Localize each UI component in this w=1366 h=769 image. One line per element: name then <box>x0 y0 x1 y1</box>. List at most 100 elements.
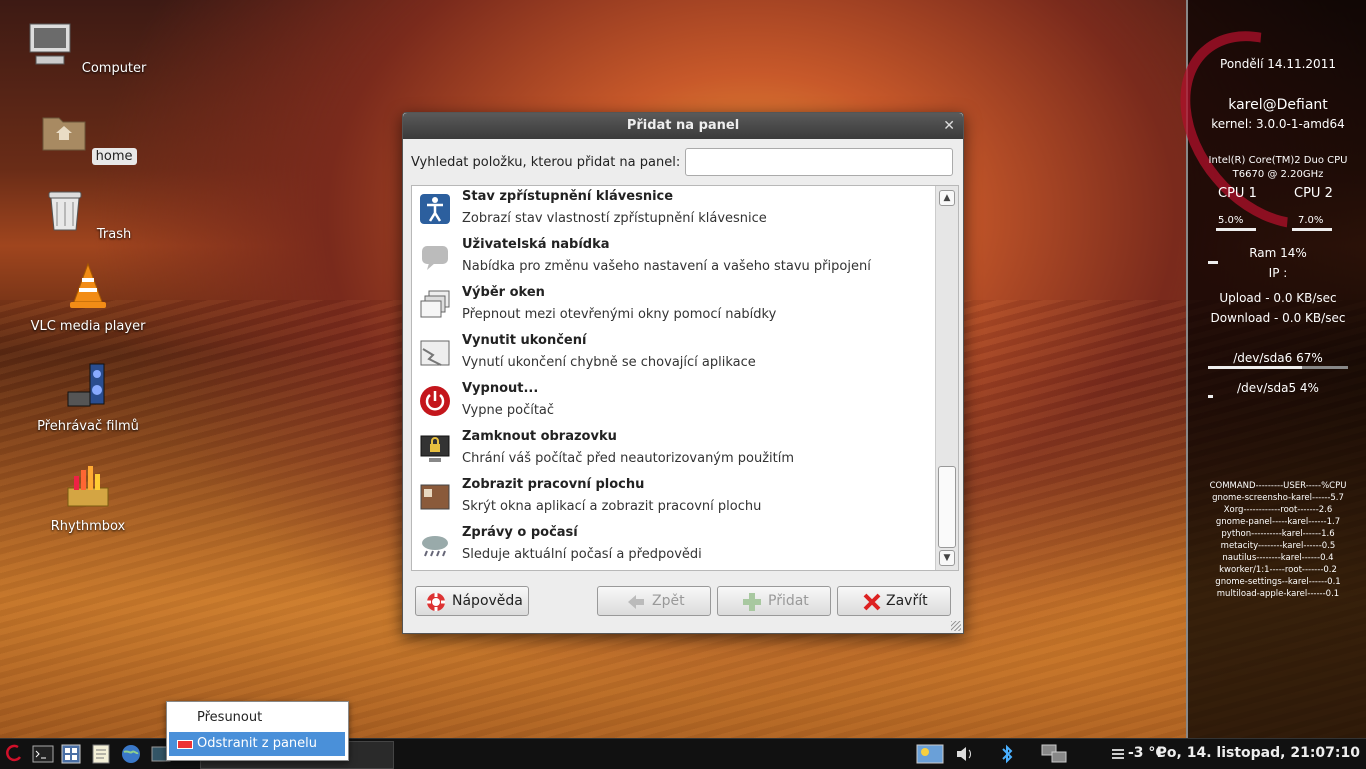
remove-icon <box>177 740 193 749</box>
cpu1-bar <box>1216 228 1256 231</box>
desktop-icon-movie-player[interactable]: Přehrávač filmů <box>23 362 153 435</box>
dialog-title: Přidat na panel <box>626 118 740 133</box>
show-desktop-icon <box>420 484 450 510</box>
vlc-cone-icon <box>70 262 106 308</box>
trash-icon <box>48 191 82 231</box>
desktop-icon-label: Trash <box>96 227 132 242</box>
bluetooth-icon[interactable] <box>996 743 1018 765</box>
weather-applet-icon[interactable] <box>916 743 944 765</box>
list-item[interactable]: Uživatelská nabídka Nabídka pro změnu va… <box>412 234 932 282</box>
list-item[interactable]: Stav zpřístupnění klávesnice Zobrazí sta… <box>412 186 932 234</box>
rhythmbox-icon <box>67 466 109 507</box>
list-item[interactable]: Vypnout... Vypne počítač <box>412 378 932 426</box>
back-button[interactable]: Zpět <box>597 586 711 616</box>
process-row: gnome-panel-----karel------1.7 <box>1215 517 1341 527</box>
desktop-icon-computer[interactable]: Computer <box>23 20 153 77</box>
file-manager-icon[interactable] <box>60 743 82 765</box>
clock[interactable]: Po, 14. listopad, 21:07:10 <box>1157 745 1360 761</box>
list-item[interactable]: Zprávy o počasí Sleduje aktuální počasí … <box>412 522 932 570</box>
item-desc: Vynutí ukončení chybně se chovající apli… <box>462 355 756 370</box>
ram-bar <box>1208 261 1218 264</box>
movie-player-icon <box>67 363 105 407</box>
resize-grip-icon[interactable] <box>951 621 961 631</box>
process-row: COMMAND---------USER-----%CPU <box>1209 481 1347 491</box>
item-desc: Sleduje aktuální počasí a předpovědi <box>462 547 702 562</box>
scrollbar-thumb[interactable] <box>938 466 956 548</box>
arrow-left-icon <box>628 595 644 609</box>
sda5-bar-fill <box>1208 395 1213 398</box>
list-item[interactable]: Zobrazit pracovní plochu Skrýt okna apli… <box>412 474 932 522</box>
monitor-download: Download - 0.0 KB/sec <box>1210 311 1346 325</box>
item-desc: Skrýt okna aplikací a zobrazit pracovní … <box>462 499 762 514</box>
home-folder-icon <box>42 117 85 151</box>
item-title: Vynutit ukončení <box>462 333 587 348</box>
desktop-icon-home[interactable]: home <box>23 108 153 165</box>
back-button-label: Zpět <box>652 593 685 609</box>
dialog-titlebar[interactable]: Přidat na panel ✕ <box>403 113 963 139</box>
menu-item-move[interactable]: Přesunout <box>169 706 345 730</box>
help-button[interactable]: Nápověda <box>415 586 529 616</box>
close-icon[interactable]: ✕ <box>943 113 955 139</box>
scroll-up-icon[interactable]: ▲ <box>939 190 955 206</box>
desktop-icon-trash[interactable]: Trash <box>23 186 153 243</box>
desktop-icon-vlc[interactable]: VLC media player <box>23 262 153 335</box>
plus-icon <box>743 593 761 611</box>
monitor-cpu-speed: T6670 @ 2.20GHz <box>1232 169 1324 180</box>
applet-list: Stav zpřístupnění klávesnice Zobrazí sta… <box>411 185 959 571</box>
red-x-icon <box>863 593 881 611</box>
item-title: Stav zpřístupnění klávesnice <box>462 189 674 204</box>
desktop-icon-rhythmbox[interactable]: Rhythmbox <box>23 462 153 535</box>
volume-icon[interactable] <box>954 743 976 765</box>
monitor-cpu-model: Intel(R) Core(TM)2 Duo CPU <box>1208 155 1348 166</box>
add-button-label: Přidat <box>768 593 809 609</box>
item-title: Výběr oken <box>462 285 545 300</box>
list-item[interactable]: Vynutit ukončení Vynutí ukončení chybně … <box>412 330 932 378</box>
desktop-icon-label: Computer <box>81 61 147 76</box>
search-label: Vyhledat položku, kterou přidat na panel… <box>411 155 681 170</box>
system-monitor-panel: Pondělí 14.11.2011 karel@Defiant kernel:… <box>1142 0 1366 738</box>
monitor-sda5: /dev/sda5 4% <box>1237 381 1319 395</box>
scroll-down-icon[interactable]: ▼ <box>939 550 955 566</box>
desktop-icon-label: Rhythmbox <box>50 519 126 534</box>
monitor-cpu2-label: CPU 2 <box>1294 186 1333 201</box>
menu-item-label: Odstranit z panelu <box>197 736 318 751</box>
menu-item-remove-from-panel[interactable]: Odstranit z panelu <box>169 732 345 756</box>
process-row: gnome-screensho-karel------5.7 <box>1212 493 1344 503</box>
monitor-cpu2-value: 7.0% <box>1298 215 1324 226</box>
window-selector-icon <box>420 290 450 318</box>
close-button[interactable]: Zavřít <box>837 586 951 616</box>
browser-globe-icon[interactable] <box>120 743 142 765</box>
item-title: Zobrazit pracovní plochu <box>462 477 645 492</box>
process-row: gnome-settings--karel------0.1 <box>1215 577 1341 587</box>
item-desc: Chrání váš počítač před neautorizovaným … <box>462 451 795 466</box>
process-row: kworker/1:1-----root-------0.2 <box>1219 565 1337 575</box>
desktop-icon-label: VLC media player <box>30 319 146 334</box>
add-button[interactable]: Přidat <box>717 586 831 616</box>
force-quit-icon <box>420 340 450 366</box>
lock-screen-icon <box>420 435 450 462</box>
debian-menu-icon[interactable] <box>4 743 26 765</box>
monitor-upload: Upload - 0.0 KB/sec <box>1219 291 1337 305</box>
process-row: Xorg------------root-------2.6 <box>1223 505 1333 515</box>
monitor-user: karel@Defiant <box>1228 97 1328 113</box>
search-input[interactable] <box>685 148 953 176</box>
accessibility-icon <box>420 194 450 224</box>
panel-context-menu: Přesunout Odstranit z panelu <box>166 701 349 761</box>
close-button-label: Zavřít <box>886 593 928 609</box>
fog-weather-icon <box>1112 749 1124 759</box>
text-editor-icon[interactable] <box>90 743 112 765</box>
monitor-cpu1-value: 5.0% <box>1218 215 1244 226</box>
item-desc: Vypne počítač <box>462 403 555 418</box>
debian-swirl-icon <box>1142 0 1366 266</box>
item-desc: Zobrazí stav vlastností zpřístupnění klá… <box>462 211 767 226</box>
desktop-icon-label: Přehrávač filmů <box>37 419 139 434</box>
menu-item-label: Přesunout <box>197 710 263 725</box>
terminal-icon[interactable] <box>32 743 54 765</box>
list-item[interactable]: Výběr oken Přepnout mezi otevřenými okny… <box>412 282 932 330</box>
help-button-label: Nápověda <box>452 593 523 609</box>
item-title: Zprávy o počasí <box>462 525 578 540</box>
list-scrollbar[interactable]: ▲ ▼ <box>935 186 958 570</box>
list-item[interactable]: Zamknout obrazovku Chrání váš počítač př… <box>412 426 932 474</box>
monitor-date: Pondělí 14.11.2011 <box>1220 57 1336 71</box>
network-icon[interactable] <box>1040 743 1068 765</box>
